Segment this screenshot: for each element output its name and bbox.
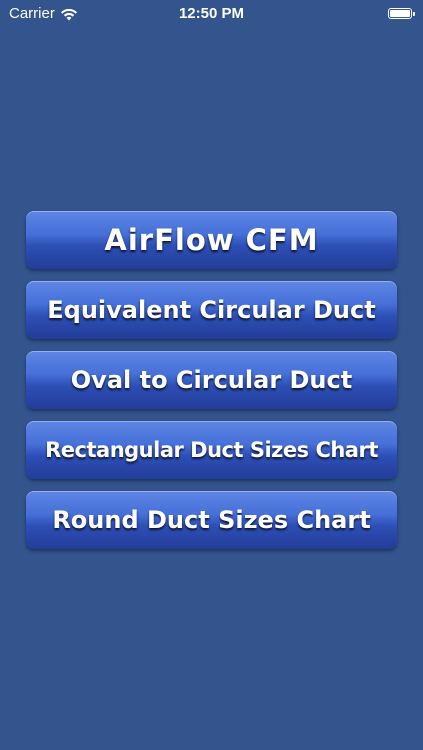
- oval-to-circular-duct-button[interactable]: Oval to Circular Duct: [26, 351, 397, 409]
- round-duct-sizes-chart-button[interactable]: Round Duct Sizes Chart: [26, 491, 397, 549]
- status-time: 12:50 PM: [178, 5, 245, 22]
- status-bar: Carrier 12:50 PM: [0, 0, 423, 28]
- oval-to-circular-duct-label: Oval to Circular Duct: [70, 366, 353, 394]
- equivalent-circular-duct-label: Equivalent Circular Duct: [47, 296, 376, 324]
- rectangular-duct-sizes-chart-label: Rectangular Duct Sizes Chart: [45, 438, 378, 462]
- round-duct-sizes-chart-label: Round Duct Sizes Chart: [52, 506, 371, 534]
- airflow-cfm-button[interactable]: AirFlow CFM: [26, 211, 397, 269]
- airflow-cfm-label: AirFlow CFM: [104, 223, 319, 257]
- rectangular-duct-sizes-chart-button[interactable]: Rectangular Duct Sizes Chart: [26, 421, 397, 479]
- equivalent-circular-duct-button[interactable]: Equivalent Circular Duct: [26, 281, 397, 339]
- main-menu: AirFlow CFM Equivalent Circular Duct Ova…: [26, 211, 397, 561]
- battery-icon: [388, 8, 415, 19]
- battery-tip: [413, 11, 415, 16]
- battery-level: [390, 10, 410, 17]
